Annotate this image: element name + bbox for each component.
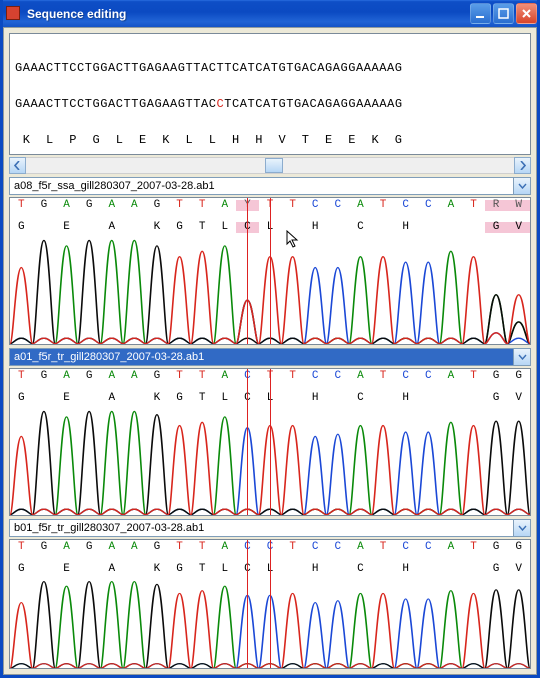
maximize-button[interactable]	[493, 3, 514, 24]
titlebar[interactable]: Sequence editing	[0, 0, 540, 27]
file-dropdown-1[interactable]: a01_f5r_tr_gill280307_2007-03-28.ab1	[9, 348, 531, 366]
alignment-scrollbar[interactable]	[9, 157, 531, 174]
client-area: GAAACTTCCTGGACTTGAGAAGTTACTTCATCATGTGACA…	[3, 27, 537, 675]
close-button[interactable]	[516, 3, 537, 24]
chromatogram-panel-1[interactable]: TGAGAAGTTACTTCCATCCATGGTGAGAAGTTACTTCCAT…	[9, 368, 531, 516]
dropdown-arrow-icon[interactable]	[514, 348, 531, 366]
file-dropdown-2[interactable]: b01_f5r_tr_gill280307_2007-03-28.ab1	[9, 519, 531, 537]
dropdown-arrow-icon[interactable]	[514, 177, 531, 195]
scrollbar-track[interactable]	[26, 157, 514, 174]
minimize-button[interactable]	[470, 3, 491, 24]
chromatogram-panel-2[interactable]: TGAGAAGTTACCTCCATCCATGGTGAGAAGTTACCTCCAT…	[9, 539, 531, 669]
alignment-panel[interactable]: GAAACTTCCTGGACTTGAGAAGTTACTTCATCATGTGACA…	[9, 33, 531, 155]
window-title: Sequence editing	[27, 7, 470, 21]
alignment-row-3: K L P G L E K L L H H V T E E K G	[15, 134, 525, 146]
chromatogram-panel-0[interactable]: TGAGAAGTTAYTTCCATCCATRWTGAGAAGTTAYTTCCAT…	[9, 197, 531, 345]
file-dropdown-0-label[interactable]: a08_f5r_ssa_gill280307_2007-03-28.ab1	[9, 177, 514, 195]
scroll-left-button[interactable]	[9, 157, 26, 174]
app-icon	[6, 6, 22, 22]
dropdown-arrow-icon[interactable]	[514, 519, 531, 537]
file-dropdown-0[interactable]: a08_f5r_ssa_gill280307_2007-03-28.ab1	[9, 177, 531, 195]
alignment-row-2: GAAACTTCCTGGACTTGAGAAGTTACCTCATCATGTGACA…	[15, 98, 525, 110]
scrollbar-thumb[interactable]	[265, 158, 283, 173]
scroll-right-button[interactable]	[514, 157, 531, 174]
file-dropdown-2-label[interactable]: b01_f5r_tr_gill280307_2007-03-28.ab1	[9, 519, 514, 537]
file-dropdown-1-label[interactable]: a01_f5r_tr_gill280307_2007-03-28.ab1	[9, 348, 514, 366]
alignment-row-1: GAAACTTCCTGGACTTGAGAAGTTACTTCATCATGTGACA…	[15, 62, 525, 74]
